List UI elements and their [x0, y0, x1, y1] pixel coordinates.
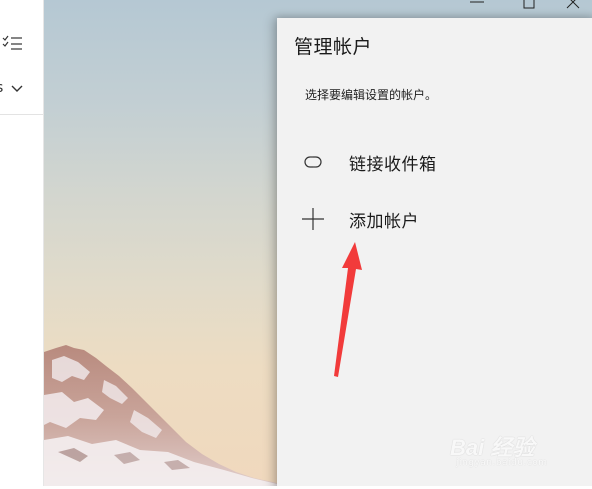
- link-inboxes-label: 链接收件箱: [349, 154, 437, 175]
- sidebar-edge: [43, 0, 44, 489]
- watermark-url: jingyan.baidu.com: [456, 458, 548, 468]
- add-account-label: 添加帐户: [349, 211, 419, 232]
- screen: s 管理帐户 选择要编辑设置的帐户。: [0, 0, 592, 489]
- sidebar-partial-label: s: [0, 80, 3, 96]
- red-annotation-arrow: [334, 242, 362, 377]
- link-icon: [299, 148, 327, 176]
- minimize-icon[interactable]: [468, 0, 486, 10]
- panel-subtitle: 选择要编辑设置的帐户。: [305, 88, 438, 102]
- sidebar-divider: [0, 114, 44, 115]
- chevron-down-icon[interactable]: [10, 84, 24, 94]
- baidu-watermark: Bai 经验 jingyan.baidu.com: [450, 428, 590, 473]
- close-icon[interactable]: [564, 0, 582, 10]
- panel-title: 管理帐户: [294, 36, 373, 58]
- link-inboxes-item[interactable]: 链接收件箱: [299, 142, 579, 182]
- add-account-item[interactable]: 添加帐户: [299, 199, 579, 239]
- left-sidebar: s: [0, 0, 44, 489]
- checklist-icon[interactable]: [2, 33, 24, 53]
- plus-icon: [299, 205, 327, 233]
- maximize-icon[interactable]: [520, 0, 538, 10]
